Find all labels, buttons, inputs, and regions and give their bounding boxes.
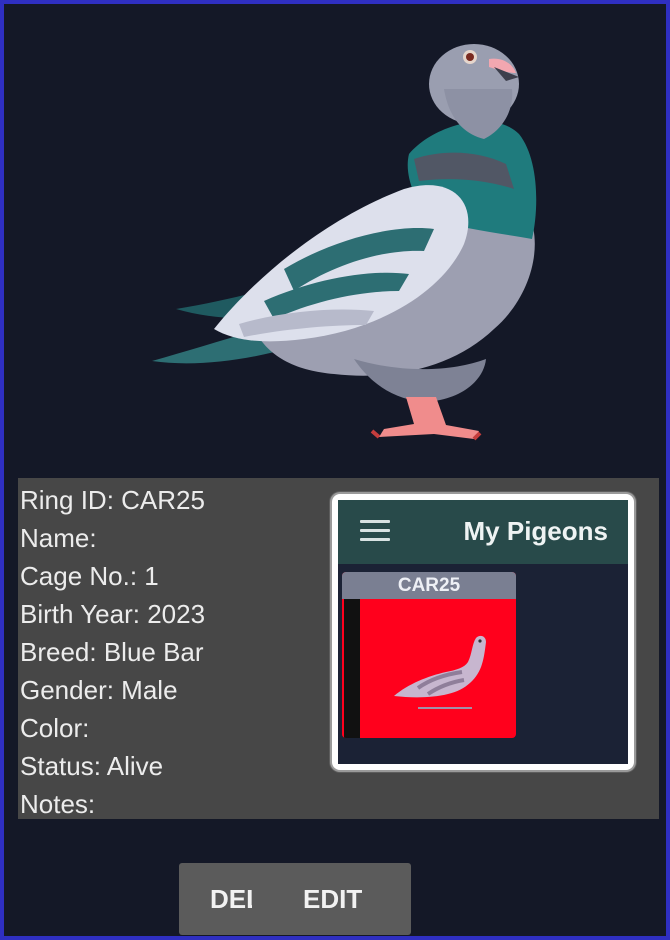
preview-app-bar: My Pigeons <box>338 500 628 564</box>
birth-year-field: Birth Year: 2023 <box>20 599 206 629</box>
details-list: Ring ID: CAR25 Name: Cage No.: 1 Birth Y… <box>20 481 205 823</box>
edit-button[interactable]: EDIT <box>303 863 362 935</box>
name-field: Name: <box>20 523 97 553</box>
pigeon-details-panel: Ring ID: CAR25 Name: Cage No.: 1 Birth Y… <box>18 478 659 819</box>
breed-field: Breed: Blue Bar <box>20 637 204 667</box>
pigeon-photo <box>152 44 537 441</box>
delete-button[interactable]: DELETE <box>210 863 252 935</box>
action-bar: DELETE EDIT <box>179 863 411 935</box>
color-field: Color: <box>20 713 90 743</box>
ring-id-field: Ring ID: CAR25 <box>20 485 205 515</box>
notes-field: Notes: <box>20 789 96 819</box>
cage-no-field: Cage No.: 1 <box>20 561 159 591</box>
hamburger-menu-icon[interactable] <box>360 520 390 542</box>
preview-app-title: My Pigeons <box>463 516 608 546</box>
pigeon-card[interactable]: CAR25 <box>342 572 516 738</box>
pigeon-card-label: CAR25 <box>342 572 516 599</box>
status-field: Status: Alive <box>20 751 164 781</box>
pigeon-icon <box>394 635 486 709</box>
screen-frame: Ring ID: CAR25 Name: Cage No.: 1 Birth Y… <box>0 0 670 940</box>
app-preview-screen: My Pigeons CAR25 <box>338 500 628 764</box>
card-side-strip <box>342 599 362 738</box>
gender-field: Gender: Male <box>20 675 178 705</box>
app-preview-image: My Pigeons CAR25 <box>332 494 634 770</box>
